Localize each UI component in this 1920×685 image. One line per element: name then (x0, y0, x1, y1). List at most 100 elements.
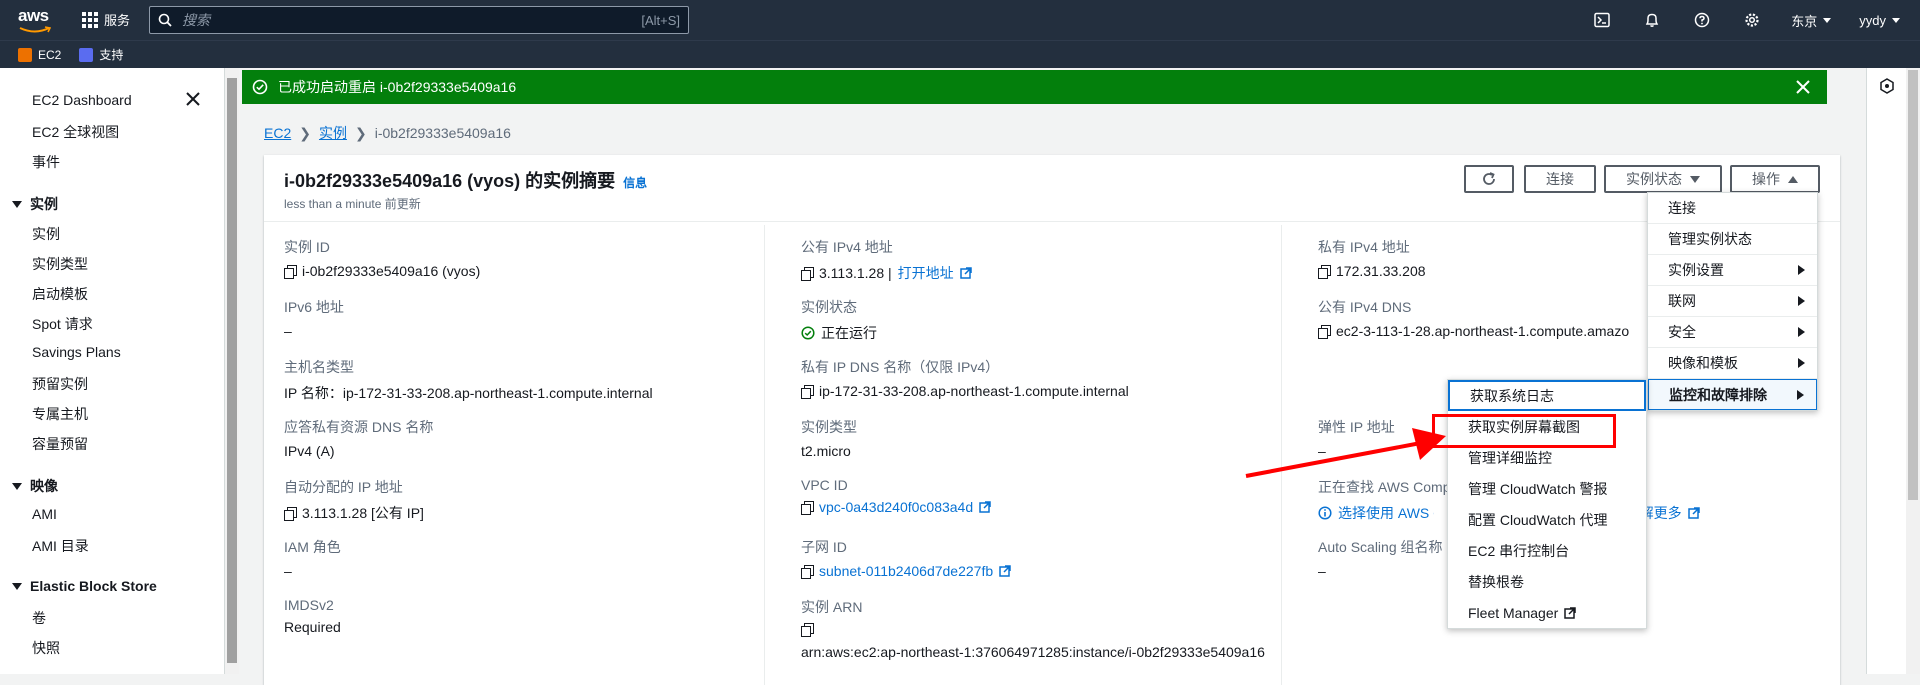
instance-state-button[interactable]: 实例状态 (1604, 165, 1722, 193)
menu-item-manage-state[interactable]: 管理实例状态 (1648, 224, 1817, 255)
copy-icon[interactable] (801, 500, 814, 515)
main-scrollbar[interactable] (1906, 68, 1920, 674)
menu-item-label: 管理 CloudWatch 警报 (1468, 480, 1608, 497)
refresh-button[interactable] (1464, 165, 1514, 193)
menu-item-instance-settings[interactable]: 实例设置 (1648, 255, 1817, 286)
favorite-ec2[interactable]: EC2 (18, 47, 61, 62)
field-dns-answer: 应答私有资源 DNS 名称 IPv4 (A) (284, 417, 784, 459)
actions-button[interactable]: 操作 (1730, 165, 1820, 193)
menu-item-monitor-troubleshoot[interactable]: 监控和故障排除 (1648, 379, 1817, 410)
cloudshell-button[interactable] (1577, 12, 1627, 28)
menu-item-label: 监控和故障排除 (1669, 386, 1767, 403)
copy-icon[interactable] (284, 264, 297, 279)
field-value: Required (284, 619, 341, 635)
open-address-link[interactable]: 打开地址 (898, 263, 954, 283)
sidebar-item-volumes[interactable]: 卷 (32, 608, 46, 628)
region-selector[interactable]: 东京 (1777, 11, 1845, 30)
close-sidebar-icon[interactable] (184, 90, 202, 108)
field-subnet-id: 子网 ID subnet-011b2406d7de227fb (801, 537, 1301, 579)
sidebar-item-ami-catalog[interactable]: AMI 目录 (32, 536, 89, 556)
field-instance-id: 实例 ID i-0b2f29333e5409a16 (vyos) (284, 237, 784, 279)
copy-icon[interactable] (801, 266, 814, 281)
chevron-right-icon (1798, 265, 1805, 275)
search-box[interactable]: [Alt+S] (149, 6, 689, 34)
sidebar-item-snapshots[interactable]: 快照 (32, 638, 60, 658)
aws-logo-text: aws (18, 6, 49, 25)
bell-icon (1646, 13, 1659, 27)
favorite-support[interactable]: 支持 (79, 46, 123, 63)
connect-button[interactable]: 连接 (1524, 165, 1596, 193)
settings-button[interactable] (1727, 12, 1777, 28)
submenu-item-get-system-log[interactable]: 获取系统日志 (1448, 380, 1646, 411)
field-value: IPv4 (A) (284, 443, 335, 459)
submenu-item-serial-console[interactable]: EC2 串行控制台 (1448, 535, 1646, 566)
sidebar-scrollbar[interactable] (225, 68, 239, 674)
close-icon[interactable] (1795, 79, 1811, 95)
sidebar-item-launch-templates[interactable]: 启动模板 (32, 284, 88, 304)
sidebar-item-ec2-dashboard[interactable]: EC2 Dashboard (32, 92, 132, 108)
breadcrumb-current: i-0b2f29333e5409a16 (374, 125, 511, 141)
sidebar-item-instances[interactable]: 实例 (32, 224, 60, 244)
help-button[interactable] (1677, 12, 1727, 28)
sidebar-item-dedicated-hosts[interactable]: 专属主机 (32, 404, 88, 424)
sidebar: EC2 Dashboard EC2 全球视图 事件 实例 实例 实例类型 启动模… (0, 68, 225, 674)
external-link-icon (999, 565, 1011, 577)
sidebar-item-savings-plans[interactable]: Savings Plans (32, 344, 121, 360)
field-value: ec2-3-113-1-28.ap-northeast-1.compute.am… (1336, 323, 1630, 339)
menu-item-connect[interactable]: 连接 (1648, 193, 1817, 224)
title-text: i-0b2f29333e5409a16 (vyos) 的实例摘要 (284, 171, 616, 191)
submenu-item-cloudwatch-alarms[interactable]: 管理 CloudWatch 警报 (1448, 473, 1646, 504)
sidebar-item-capacity-reservations[interactable]: 容量预留 (32, 434, 88, 454)
menu-item-label: Fleet Manager (1468, 604, 1559, 621)
copy-icon[interactable] (1318, 264, 1331, 279)
info-link[interactable]: 信息 (623, 176, 647, 190)
menu-item-label: 实例设置 (1668, 262, 1724, 278)
aws-logo[interactable]: aws (18, 6, 54, 34)
button-label: 实例状态 (1626, 171, 1682, 187)
scrollbar-thumb[interactable] (1908, 70, 1918, 500)
sidebar-item-events[interactable]: 事件 (32, 152, 60, 172)
menu-item-label: 安全 (1668, 324, 1696, 340)
submenu-item-replace-root-volume[interactable]: 替换根卷 (1448, 566, 1646, 597)
copy-icon[interactable] (801, 384, 814, 399)
sidebar-section-instances[interactable]: 实例 (12, 194, 58, 214)
breadcrumb-ec2[interactable]: EC2 (264, 125, 291, 141)
scrollbar-thumb[interactable] (227, 78, 237, 663)
subnet-link[interactable]: subnet-011b2406d7de227fb (819, 563, 993, 579)
actions-dropdown-menu: 连接 管理实例状态 实例设置 联网 安全 映像和模板 监控和故障排除 (1647, 192, 1818, 411)
sidebar-section-ebs[interactable]: Elastic Block Store (12, 578, 157, 594)
field-label: 主机名类型 (284, 359, 354, 375)
submenu-item-fleet-manager[interactable]: Fleet Manager (1448, 597, 1646, 628)
sidebar-item-global-view[interactable]: EC2 全球视图 (32, 122, 119, 142)
search-input[interactable] (182, 12, 642, 28)
menu-item-images-templates[interactable]: 映像和模板 (1648, 348, 1817, 379)
sidebar-item-ami[interactable]: AMI (32, 506, 57, 522)
field-label: 实例类型 (801, 419, 857, 435)
field-auto-ip: 自动分配的 IP 地址 3.113.1.28 [公有 IP] (284, 477, 784, 523)
sidebar-item-reserved-instances[interactable]: 预留实例 (32, 374, 88, 394)
expand-icon (12, 482, 22, 490)
copy-icon[interactable] (801, 564, 814, 579)
sidebar-item-spot-requests[interactable]: Spot 请求 (32, 314, 93, 334)
field-label: 子网 ID (801, 539, 847, 555)
copy-icon[interactable] (801, 623, 814, 637)
tools-hexagon-icon[interactable] (1879, 78, 1895, 94)
field-ipv6: IPv6 地址 – (284, 297, 784, 339)
sidebar-item-instance-types[interactable]: 实例类型 (32, 254, 88, 274)
ec2-icon (18, 47, 32, 62)
copy-icon[interactable] (1318, 324, 1331, 339)
submenu-item-cloudwatch-agent[interactable]: 配置 CloudWatch 代理 (1448, 504, 1646, 535)
breadcrumb-instances[interactable]: 实例 (319, 123, 347, 143)
sidebar-section-images[interactable]: 映像 (12, 476, 58, 496)
section-title: 映像 (30, 478, 58, 494)
notifications-button[interactable] (1627, 12, 1677, 28)
field-value: – (1318, 563, 1326, 579)
copy-icon[interactable] (284, 506, 297, 521)
compute-optimizer-link[interactable]: 选择使用 AWS Co (1338, 503, 1434, 523)
services-menu-button[interactable]: 服务 (82, 10, 130, 29)
menu-item-security[interactable]: 安全 (1648, 317, 1817, 348)
vpc-link[interactable]: vpc-0a43d240f0c083a4d (819, 499, 973, 515)
field-instance-type: 实例类型 t2.micro (801, 417, 1301, 459)
user-menu[interactable]: yydy (1845, 13, 1920, 28)
menu-item-networking[interactable]: 联网 (1648, 286, 1817, 317)
